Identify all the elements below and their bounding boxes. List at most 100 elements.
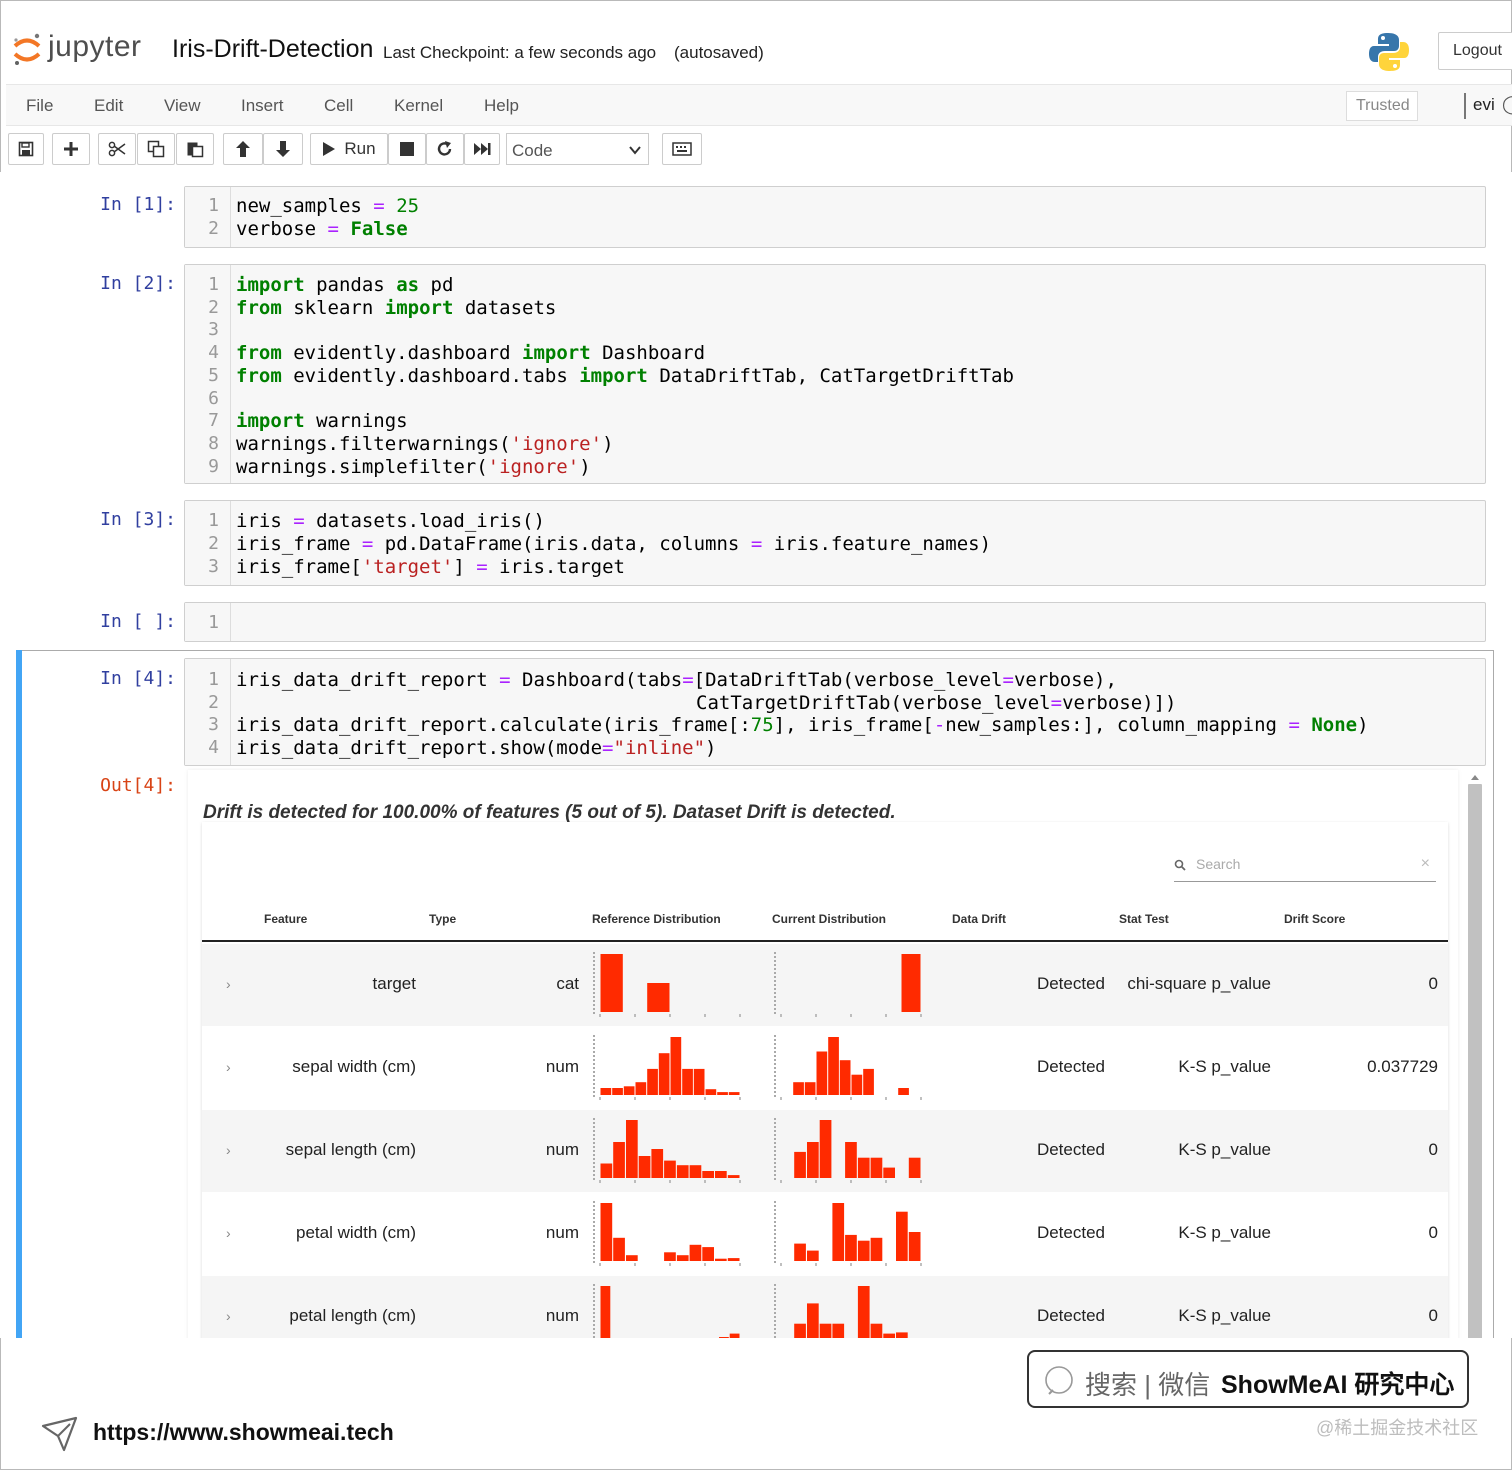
paste-button[interactable] — [176, 133, 214, 165]
column-header-type[interactable]: Type — [429, 912, 456, 926]
feature-name: sepal length (cm) — [285, 1140, 416, 1159]
toolbar: Run Code — [6, 128, 1512, 172]
current-distribution-chart — [774, 1284, 908, 1338]
code-line: iris_data_drift_report = Dashboard(tabs=… — [236, 669, 1117, 691]
output-scrollbar[interactable] — [1468, 784, 1482, 1338]
line-number: 3 — [208, 556, 219, 577]
run-all-button[interactable] — [464, 133, 500, 165]
drift-status: Detected — [1036, 1057, 1105, 1076]
code-line: iris_frame = pd.DataFrame(iris.data, col… — [236, 533, 992, 555]
run-button[interactable]: Run — [310, 133, 388, 165]
feature-type: num — [545, 1140, 579, 1159]
table-row[interactable]: › sepal length (cm) num Detected K-S p_value… — [202, 1110, 1448, 1192]
kernel-name[interactable]: evi — [1473, 95, 1495, 115]
hist-bar — [794, 1323, 806, 1338]
chevron-right-icon[interactable]: › — [226, 976, 231, 992]
table-row[interactable]: › petal length (cm) num Detected K-S p_value… — [202, 1276, 1448, 1338]
trusted-badge[interactable]: Trusted — [1346, 91, 1418, 121]
column-header-drift-score[interactable]: Drift Score — [1284, 912, 1345, 926]
line-number: 3 — [208, 714, 219, 735]
chevron-right-icon[interactable]: › — [226, 1225, 231, 1241]
jupyter-logo-icon[interactable] — [12, 32, 42, 73]
code-line: iris_data_drift_report.calculate(iris_fr… — [236, 714, 1369, 736]
footer-url[interactable]: https://www.showmeai.tech — [93, 1419, 394, 1446]
code-cell-input[interactable]: 1 2 new_samples = 25 verbose = False — [184, 186, 1486, 248]
copy-icon — [147, 140, 165, 158]
chevron-right-icon[interactable]: › — [226, 1308, 231, 1324]
chevron-right-icon[interactable]: › — [226, 1059, 231, 1075]
logout-button[interactable]: Logout — [1438, 32, 1512, 70]
insert-cell-button[interactable] — [52, 133, 90, 165]
reference-distribution-chart — [593, 1118, 741, 1183]
code-line: new_samples = 25 — [236, 195, 420, 217]
menu-cell[interactable]: Cell — [324, 96, 353, 116]
kernel-separator — [1464, 93, 1466, 119]
drift-score: 0 — [1428, 974, 1438, 993]
column-header-reference[interactable]: Reference Distribution — [592, 912, 721, 926]
python-logo-icon — [1368, 31, 1410, 78]
interrupt-button[interactable] — [388, 133, 426, 165]
line-number: 2 — [208, 297, 219, 318]
hist-bar — [626, 1255, 638, 1261]
menu-help[interactable]: Help — [484, 96, 519, 116]
restart-button[interactable] — [426, 133, 464, 165]
notebook-container[interactable]: In [1]: 1 2 new_samples = 25 verbose = F… — [0, 172, 1512, 1338]
command-palette-button[interactable] — [662, 133, 702, 165]
table-row[interactable]: › sepal width (cm) num Detected K-S p_value 0… — [202, 1027, 1448, 1109]
menu-file[interactable]: File — [26, 96, 53, 116]
watermark-brand: ShowMeAI 研究中心 — [1221, 1371, 1455, 1399]
code-line: warnings.filterwarnings('ignore') — [236, 433, 614, 455]
menu-kernel[interactable]: Kernel — [394, 96, 443, 116]
hist-bar — [693, 1068, 705, 1095]
output-prompt: Out[4]: — [100, 775, 176, 796]
code-cell-input[interactable]: 1 2 3 4 iris_data_drift_report = Dashboa… — [184, 658, 1486, 766]
table-row[interactable]: › petal width (cm) num Detected K-S p_value 0 — [202, 1193, 1448, 1275]
column-header-stat-test[interactable]: Stat Test — [1119, 912, 1169, 926]
hist-bar — [638, 1156, 651, 1178]
column-header-feature[interactable]: Feature — [264, 912, 307, 926]
watermark-text: 搜索 | 微信 — [1085, 1370, 1211, 1400]
menu-insert[interactable]: Insert — [241, 96, 284, 116]
copy-button[interactable] — [137, 133, 175, 165]
move-down-button[interactable] — [263, 133, 303, 165]
menu-edit[interactable]: Edit — [94, 96, 123, 116]
hist-bar — [600, 1203, 613, 1261]
reference-distribution-chart — [593, 1201, 741, 1266]
run-label: Run — [344, 139, 376, 158]
code-line: iris = datasets.load_iris() — [236, 510, 545, 532]
cut-button[interactable] — [98, 133, 136, 165]
checkpoint-status: Last Checkpoint: a few seconds ago — [383, 43, 657, 62]
scroll-up-icon[interactable] — [1469, 770, 1481, 782]
save-button[interactable] — [8, 133, 44, 165]
code-cell-input[interactable]: 1 — [184, 602, 1486, 642]
output-area: Drift is detected for 100.00% of feature… — [188, 770, 1458, 1338]
line-number: 1 — [208, 274, 219, 295]
search-icon — [1043, 1364, 1077, 1403]
current-distribution-chart — [774, 952, 922, 1017]
hist-bar — [845, 1234, 857, 1261]
hist-bar — [717, 1092, 728, 1095]
hist-bar — [647, 983, 670, 1012]
line-number: 4 — [208, 342, 219, 363]
hist-bar — [857, 1240, 870, 1261]
close-icon[interactable]: × — [1421, 855, 1430, 873]
column-header-data-drift[interactable]: Data Drift — [952, 912, 1006, 926]
chevron-down-icon — [628, 142, 642, 162]
code-cell-input[interactable]: 1 2 3 4 5 6 7 8 9 import pandas as pd fr… — [184, 264, 1486, 484]
line-number: 1 — [208, 510, 219, 531]
column-header-current[interactable]: Current Distribution — [772, 912, 886, 926]
notebook-title[interactable]: Iris-Drift-Detection — [172, 35, 373, 64]
chevron-right-icon[interactable]: › — [226, 1142, 231, 1158]
search-input[interactable]: Search × — [1174, 852, 1436, 882]
menu-view[interactable]: View — [164, 96, 201, 116]
table-row[interactable]: › target cat Detected chi-square p_value 0 — [202, 944, 1448, 1026]
move-up-button[interactable] — [223, 133, 263, 165]
jupyter-logo-text[interactable]: jupyter — [48, 30, 142, 64]
line-number: 1 — [208, 612, 219, 633]
code-cell-input[interactable]: 1 2 3 iris = datasets.load_iris() iris_f… — [184, 500, 1486, 586]
hist-bar — [794, 1243, 806, 1261]
kernel-status-icon: ◯ — [1502, 94, 1512, 115]
hist-bar — [896, 1332, 908, 1338]
cell-type-select[interactable]: Code — [506, 133, 649, 165]
hist-bar — [729, 1333, 740, 1338]
